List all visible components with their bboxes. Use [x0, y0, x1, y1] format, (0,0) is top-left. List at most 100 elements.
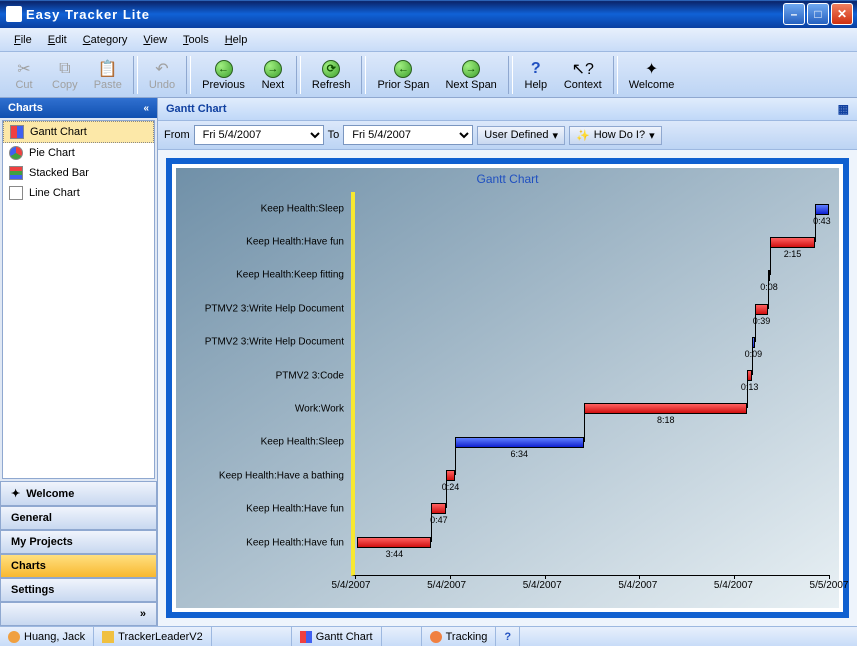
chart-options-icon[interactable]: ▦: [838, 102, 849, 116]
cut-button[interactable]: ✂Cut: [4, 57, 44, 93]
userdefined-dropdown[interactable]: User Defined▾: [477, 126, 565, 145]
welcome-button[interactable]: ✦Welcome: [621, 57, 683, 93]
minimize-button[interactable]: –: [783, 3, 805, 25]
arrow-right-icon: →: [264, 60, 282, 78]
task-label: Keep Health:Have fun: [246, 504, 344, 515]
sparkle-icon: ✦: [642, 59, 662, 79]
sparkle-icon: ✦: [11, 487, 20, 500]
gantt-bar[interactable]: [584, 403, 748, 414]
arrow-right-icon: →: [462, 60, 480, 78]
nextspan-button[interactable]: →Next Span: [437, 57, 504, 93]
status-view[interactable]: Gantt Chart: [292, 627, 382, 646]
x-tick-label: 5/4/2007: [618, 580, 657, 591]
help-button[interactable]: ?Help: [516, 57, 556, 93]
task-label: PTMV2 3:Code: [276, 370, 344, 381]
chart-item-line[interactable]: Line Chart: [3, 183, 154, 203]
menu-edit[interactable]: Edit: [40, 32, 75, 48]
context-button[interactable]: ↖?Context: [556, 57, 610, 93]
duration-label: 6:34: [510, 449, 528, 459]
stackedbar-icon: [9, 166, 23, 180]
task-label: Keep Health:Have fun: [246, 537, 344, 548]
from-label: From: [164, 129, 190, 141]
help-icon: ?: [526, 59, 546, 79]
task-label: Keep Health:Keep fitting: [236, 270, 344, 281]
toolbar: ✂Cut ⧉Copy 📋Paste ↶Undo ←Previous →Next …: [0, 52, 857, 98]
menu-bar: File Edit Category View Tools Help: [0, 28, 857, 52]
menu-view[interactable]: View: [135, 32, 175, 48]
chart-container: Gantt Chart Keep Health:Sleep Keep Health…: [158, 150, 857, 626]
x-tick-label: 5/4/2007: [332, 580, 371, 591]
line-icon: [9, 186, 23, 200]
copy-button[interactable]: ⧉Copy: [44, 57, 86, 93]
gantt-bar[interactable]: [446, 470, 454, 481]
status-help[interactable]: ?: [496, 627, 520, 646]
x-tick-label: 5/4/2007: [427, 580, 466, 591]
chevron-down-icon: ▾: [553, 129, 559, 142]
previous-button[interactable]: ←Previous: [194, 57, 253, 93]
to-date[interactable]: Fri 5/4/2007: [343, 125, 473, 145]
chart-item-gantt[interactable]: Gantt Chart: [3, 121, 154, 143]
nav-charts[interactable]: Charts: [0, 554, 157, 578]
nav-welcome[interactable]: ✦Welcome: [0, 481, 157, 506]
pie-icon: [9, 146, 23, 160]
gantt-bar[interactable]: [357, 537, 431, 548]
chart-icon: [300, 631, 312, 643]
status-project[interactable]: TrackerLeaderV2: [94, 627, 212, 646]
to-label: To: [328, 129, 340, 141]
collapse-icon[interactable]: «: [143, 103, 149, 114]
app-icon: [6, 6, 22, 22]
gantt-icon: [10, 125, 24, 139]
howdoi-dropdown[interactable]: ✨How Do I?▾: [569, 126, 662, 145]
sidebar: Charts « Gantt Chart Pie Chart Stacked B…: [0, 98, 158, 626]
menu-tools[interactable]: Tools: [175, 32, 217, 48]
content-header: Gantt Chart ▦: [158, 98, 857, 121]
duration-label: 8:18: [657, 415, 675, 425]
content-area: Gantt Chart ▦ From Fri 5/4/2007 To Fri 5…: [158, 98, 857, 626]
duration-label: 0:13: [741, 382, 759, 392]
next-button[interactable]: →Next: [253, 57, 293, 93]
nav-settings[interactable]: Settings: [0, 578, 157, 602]
duration-label: 0:47: [430, 515, 448, 525]
menu-category[interactable]: Category: [75, 32, 136, 48]
from-date[interactable]: Fri 5/4/2007: [194, 125, 324, 145]
task-label: Keep Health:Sleep: [261, 437, 344, 448]
chart-item-pie[interactable]: Pie Chart: [3, 143, 154, 163]
status-tracking[interactable]: Tracking: [422, 627, 497, 646]
x-tick-label: 5/5/2007: [810, 580, 849, 591]
nav-more[interactable]: »: [0, 602, 157, 626]
scissors-icon: ✂: [14, 59, 34, 79]
duration-label: 3:44: [386, 549, 404, 559]
priorspan-button[interactable]: ←Prior Span: [369, 57, 437, 93]
gantt-bar[interactable]: [815, 204, 829, 215]
task-label: Work:Work: [295, 404, 344, 415]
task-label: PTMV2 3:Write Help Document: [205, 337, 344, 348]
chart-item-stacked[interactable]: Stacked Bar: [3, 163, 154, 183]
gantt-bar[interactable]: [755, 304, 768, 315]
maximize-button[interactable]: □: [807, 3, 829, 25]
menu-help[interactable]: Help: [217, 32, 256, 48]
folder-icon: [102, 631, 114, 643]
nav-general[interactable]: General: [0, 506, 157, 530]
clock-icon: [430, 631, 442, 643]
gantt-bar[interactable]: [455, 437, 584, 448]
chart-title: Gantt Chart: [176, 168, 839, 190]
arrow-left-icon: ←: [394, 60, 412, 78]
task-label: Keep Health:Have a bathing: [219, 470, 344, 481]
task-label: Keep Health:Sleep: [261, 203, 344, 214]
refresh-button[interactable]: ⟳Refresh: [304, 57, 359, 93]
menu-file[interactable]: File: [6, 32, 40, 48]
sidebar-nav: ✦Welcome General My Projects Charts Sett…: [0, 481, 157, 626]
refresh-icon: ⟳: [322, 60, 340, 78]
nav-myprojects[interactable]: My Projects: [0, 530, 157, 554]
help-icon: ?: [504, 631, 511, 643]
close-button[interactable]: ✕: [831, 3, 853, 25]
undo-button[interactable]: ↶Undo: [141, 57, 183, 93]
window-title: Easy Tracker Lite: [26, 7, 783, 22]
gantt-bar[interactable]: [431, 503, 446, 514]
paste-button[interactable]: 📋Paste: [86, 57, 130, 93]
user-icon: [8, 631, 20, 643]
duration-label: 0:09: [745, 349, 763, 359]
status-user[interactable]: Huang, Jack: [0, 627, 94, 646]
wand-icon: ✨: [576, 129, 590, 142]
gantt-bar[interactable]: [770, 237, 815, 248]
